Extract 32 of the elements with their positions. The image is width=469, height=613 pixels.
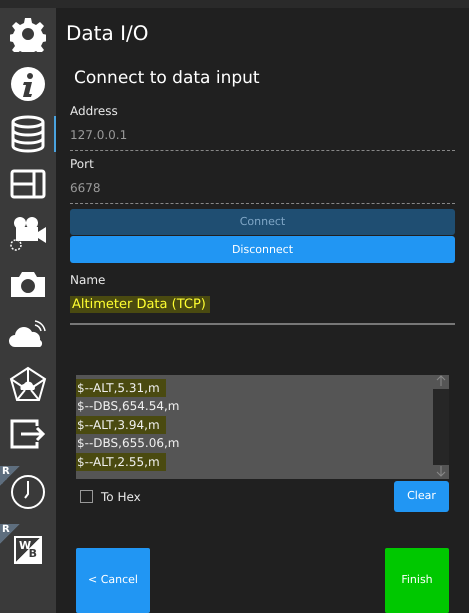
log-line: $--DBS,655.06,m xyxy=(76,435,180,452)
badge-label: R xyxy=(0,524,20,544)
network-cloud-icon xyxy=(9,366,47,402)
page-title: Data I/O xyxy=(66,20,150,47)
camera-icon xyxy=(9,269,47,299)
gear-icon xyxy=(10,16,46,52)
checkbox[interactable] xyxy=(80,490,93,504)
sidebar-item[interactable]: R xyxy=(0,466,56,510)
field-label: Address xyxy=(70,102,119,120)
cancel-button[interactable]: < Cancel xyxy=(76,548,150,613)
field-label: Port xyxy=(70,156,95,172)
log-line: $--DBS,654.54,m xyxy=(76,398,180,416)
section-title: Connect to data input xyxy=(74,67,261,90)
wb-balance-icon: WB xyxy=(14,536,42,564)
database-icon xyxy=(10,115,46,153)
clear-button[interactable]: Clear xyxy=(394,481,449,512)
input-field[interactable]: 127.0.0.1 xyxy=(70,120,455,150)
badge-label: R xyxy=(0,466,20,486)
info-icon xyxy=(10,66,46,102)
scroll-up-icon[interactable] xyxy=(433,374,449,389)
input-field[interactable]: 6678 xyxy=(70,172,455,204)
disconnect-button[interactable]: Disconnect xyxy=(70,236,455,264)
export-icon xyxy=(9,418,47,450)
sidebar-item[interactable]: WB R xyxy=(0,524,56,568)
cloud-wireless-icon xyxy=(9,319,47,349)
name-field[interactable]: Altimeter Data (TCP) xyxy=(70,289,455,325)
checkbox-label: To Hex xyxy=(101,488,141,506)
field-label: Name xyxy=(70,272,106,290)
layout-icon xyxy=(10,169,46,199)
video-camera-gear-icon xyxy=(8,215,48,253)
scroll-down-icon[interactable] xyxy=(433,465,449,480)
clock-icon xyxy=(10,474,46,510)
